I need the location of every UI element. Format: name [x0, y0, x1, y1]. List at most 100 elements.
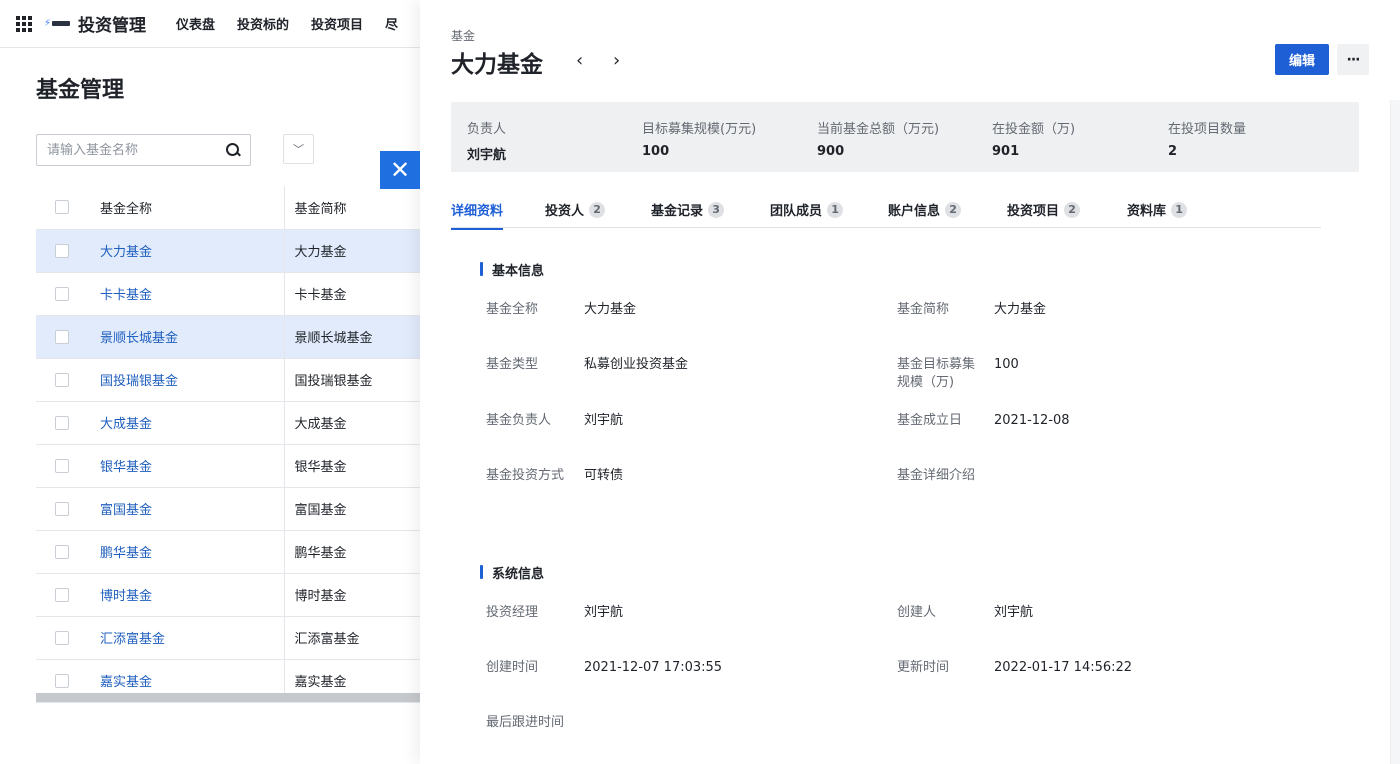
search-icon[interactable]	[226, 143, 240, 157]
row-checkbox[interactable]	[55, 286, 69, 301]
row-checkbox[interactable]	[55, 501, 69, 516]
fund-full-name-link[interactable]: 国投瑞银基金	[100, 374, 178, 389]
select-all-checkbox[interactable]	[55, 200, 69, 215]
tab-account-info[interactable]: 账户信息 2	[888, 200, 962, 219]
tab-fund-records[interactable]: 基金记录 3	[651, 200, 725, 219]
row-checkbox[interactable]	[55, 329, 69, 344]
fund-full-name-link[interactable]: 鹏华基金	[100, 546, 152, 561]
fund-short-name: 汇添富基金	[284, 616, 420, 660]
table-row[interactable]: 银华基金 银华基金	[36, 444, 420, 488]
tab-library[interactable]: 资料库 1	[1127, 200, 1188, 219]
tab-investors[interactable]: 投资人 2	[545, 200, 606, 219]
tab-details[interactable]: 详细资料	[451, 200, 504, 230]
summary-project-count: 在投项目数量 2	[1168, 118, 1246, 159]
row-checkbox[interactable]	[55, 544, 69, 559]
field-label-fund-type: 基金类型	[486, 357, 539, 372]
next-record-button[interactable]: ›	[613, 50, 620, 71]
tab-team-members[interactable]: 团队成员 1	[770, 200, 844, 219]
previous-record-button[interactable]: ‹	[576, 50, 583, 71]
table-row[interactable]: 博时基金 博时基金	[36, 573, 420, 617]
field-label-investment-method: 基金投资方式	[486, 468, 565, 483]
table-row[interactable]: 大成基金 大成基金	[36, 401, 420, 445]
close-drawer-button[interactable]: ✕	[380, 151, 420, 189]
row-checkbox[interactable]	[55, 372, 69, 387]
column-header-full-name[interactable]: 基金全称	[90, 186, 285, 230]
section-title-system-info: 系统信息	[480, 563, 544, 582]
fund-full-name-link[interactable]: 卡卡基金	[100, 288, 152, 303]
app-grid-icon[interactable]	[16, 15, 32, 32]
field-value-full-name: 大力基金	[584, 302, 637, 317]
chevron-down-icon: ﹀	[293, 143, 304, 156]
tab-investment-projects[interactable]: 投资项目 2	[1007, 200, 1081, 219]
row-checkbox[interactable]	[55, 673, 69, 688]
stat-label: 目标募集规模(万元)	[642, 122, 757, 137]
nav-item-investment-targets[interactable]: 投资标的	[237, 14, 289, 33]
table-row[interactable]: 大力基金 大力基金	[36, 229, 420, 273]
fund-short-name: 国投瑞银基金	[284, 358, 420, 402]
filter-dropdown-button[interactable]: ﹀	[283, 134, 314, 164]
summary-current-total: 当前基金总额（万元) 900	[817, 118, 939, 159]
row-checkbox[interactable]	[55, 458, 69, 473]
summary-target-size: 目标募集规模(万元) 100	[642, 118, 756, 159]
table-header-row: 基金全称 基金简称	[36, 186, 420, 230]
count-badge: 1	[1171, 201, 1188, 218]
fund-short-name: 富国基金	[284, 487, 420, 531]
fund-full-name-link[interactable]: 景顺长城基金	[100, 331, 178, 346]
field-value-created-time: 2021-12-07 17:03:55	[584, 660, 723, 675]
nav-item-truncated[interactable]: 尽	[385, 14, 398, 33]
row-checkbox[interactable]	[55, 587, 69, 602]
field-label-investment-manager: 投资经理	[486, 605, 539, 620]
fund-full-name-link[interactable]: 大成基金	[100, 417, 152, 432]
table-row[interactable]: 景顺长城基金 景顺长城基金	[36, 315, 420, 359]
field-label-founded-date: 基金成立日	[897, 413, 963, 428]
fund-full-name-link[interactable]: 嘉实基金	[100, 675, 152, 690]
stat-value: 2	[1168, 144, 1178, 159]
stat-value: 100	[642, 144, 670, 159]
summary-invested-amount: 在投金额（万) 901	[992, 118, 1075, 159]
fund-short-name: 银华基金	[284, 444, 420, 488]
more-options-button[interactable]: ···	[1337, 44, 1369, 75]
field-value-fund-owner: 刘宇航	[584, 413, 624, 428]
horizontal-scrollbar[interactable]	[36, 693, 420, 702]
table-row[interactable]: 卡卡基金 卡卡基金	[36, 272, 420, 316]
fund-full-name-link[interactable]: 银华基金	[100, 460, 152, 475]
table-row[interactable]: 国投瑞银基金 国投瑞银基金	[36, 358, 420, 402]
field-label-full-name: 基金全称	[486, 302, 539, 317]
field-label-last-followup: 最后跟进时间	[486, 715, 565, 730]
field-label-short-name: 基金简称	[897, 302, 950, 317]
search-input[interactable]	[47, 142, 226, 158]
stat-label: 在投项目数量	[1168, 122, 1247, 137]
stat-value: 900	[817, 144, 845, 159]
edit-button[interactable]: 编辑	[1275, 44, 1329, 75]
table-row[interactable]: 富国基金 富国基金	[36, 487, 420, 531]
drawer-title: 大力基金	[451, 52, 543, 78]
table-row[interactable]: 汇添富基金 汇添富基金	[36, 616, 420, 660]
nav-item-dashboard[interactable]: 仪表盘	[176, 14, 215, 33]
nav-item-investment-projects[interactable]: 投资项目	[311, 14, 363, 33]
fund-full-name-link[interactable]: 富国基金	[100, 503, 152, 518]
field-value-creator: 刘宇航	[994, 605, 1034, 620]
stat-label: 当前基金总额（万元)	[817, 122, 940, 137]
page-title: 基金管理	[36, 78, 125, 103]
fund-short-name: 鹏华基金	[284, 530, 420, 574]
row-checkbox[interactable]	[55, 243, 69, 258]
row-checkbox[interactable]	[55, 415, 69, 430]
vertical-scrollbar[interactable]	[1390, 100, 1400, 764]
app-title: 投资管理	[78, 16, 146, 36]
fund-detail-drawer: 基金 大力基金 ‹ › 编辑 ··· 负责人 刘宇航 目标募集规模(万元) 10…	[420, 0, 1400, 764]
fund-short-name: 景顺长城基金	[284, 315, 420, 359]
fund-full-name-link[interactable]: 汇添富基金	[100, 632, 165, 647]
search-box	[36, 134, 251, 166]
row-checkbox[interactable]	[55, 630, 69, 645]
close-icon: ✕	[389, 156, 411, 184]
field-label-creator: 创建人	[897, 605, 937, 620]
field-label-fund-intro: 基金详细介绍	[897, 468, 976, 483]
table-row[interactable]: 鹏华基金 鹏华基金	[36, 530, 420, 574]
column-header-short-name[interactable]: 基金简称	[284, 186, 420, 230]
count-badge: 2	[589, 201, 606, 218]
field-label-created-time: 创建时间	[486, 660, 539, 675]
stat-label: 在投金额（万)	[992, 122, 1076, 137]
fund-full-name-link[interactable]: 大力基金	[100, 245, 152, 260]
fund-full-name-link[interactable]: 博时基金	[100, 589, 152, 604]
breadcrumb[interactable]: 基金	[451, 27, 475, 44]
